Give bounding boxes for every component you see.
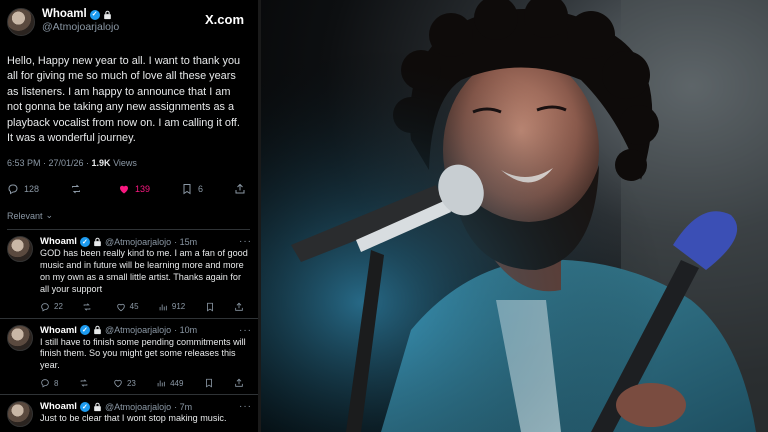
reply-age: · 7m [174,401,193,412]
repost-icon [83,302,91,311]
repost-button[interactable] [79,378,93,388]
post-meta: 6:53 PM · 27/01/26 · 1.9K Views [7,158,250,168]
share-icon [235,302,243,311]
bookmark-button[interactable]: 6 [181,183,203,195]
share-icon [235,184,245,194]
singer-photo [261,0,768,432]
reply-header: Whoaml ✓ @Atmojoarjalojo · 15m [40,236,250,247]
author-name-row[interactable]: Whoaml ✓ [42,8,119,21]
verified-icon: ✓ [79,325,90,336]
repost-icon [80,379,88,387]
reply-item[interactable]: Whoaml ✓ @Atmojoarjalojo · 15m GOD has b… [0,230,258,319]
reply-actions: 22 45 912 [40,302,244,312]
reply-age: · 15m [174,236,198,247]
reply-icon [8,184,18,195]
reply-button[interactable]: 8 [40,378,58,388]
sort-label: Relevant [7,210,43,221]
more-icon[interactable]: ··· [239,325,252,336]
heart-icon [116,303,125,311]
lock-icon [94,325,101,335]
like-count: 139 [134,184,150,195]
reply-author-name[interactable]: Whoaml [40,325,77,336]
lock-icon [94,237,101,247]
repost-button[interactable] [70,183,87,195]
more-icon[interactable]: ··· [239,401,252,412]
reply-button[interactable]: 128 [7,183,39,195]
reply-count: 8 [54,378,59,388]
avatar[interactable] [7,8,35,36]
views-count: 449 [170,378,184,388]
reply-author-handle[interactable]: @Atmojoarjalojo [105,237,171,247]
verified-icon: ✓ [79,401,90,412]
lock-icon [103,10,111,19]
more-icon[interactable]: ··· [239,236,252,247]
author-handle[interactable]: @Atmojoarjalojo [42,21,119,33]
like-button[interactable]: 23 [113,378,136,388]
post-views-count: 1.9K [91,158,111,169]
reply-header: Whoaml ✓ @Atmojoarjalojo · 10m [40,325,250,336]
singer-photo-illustration [261,0,768,432]
repost-button[interactable] [82,302,96,312]
bookmark-button[interactable] [204,378,214,388]
post-author: Whoaml ✓ @Atmojoarjalojo [42,8,119,33]
reply-icon [41,302,49,312]
views-button[interactable]: 912 [158,302,185,312]
views-icon [159,304,167,310]
chevron-down-icon: ⌄ [45,210,54,221]
share-button[interactable] [234,183,246,195]
bookmark-button[interactable] [205,302,215,312]
post-actions: 128 139 6 [7,182,250,196]
views-count: 912 [171,302,186,312]
reply-author-handle[interactable]: @Atmojoarjalojo [105,402,171,412]
like-button[interactable]: 139 [118,183,150,195]
author-display-name[interactable]: Whoaml [42,8,87,21]
post-views-label: Views [110,158,137,169]
like-button[interactable]: 45 [116,302,139,312]
heart-icon [119,186,128,194]
tweet-panel: Whoaml ✓ @Atmojoarjalojo X.com Hello, Ha… [0,0,258,432]
reply-author-handle[interactable]: @Atmojoarjalojo [105,325,171,335]
views-icon [157,380,165,387]
post-timestamp[interactable]: 6:53 PM · 27/01/26 · [7,158,92,168]
reply-count: 128 [24,184,40,195]
reply-icon [41,379,49,388]
repost-icon [72,185,80,194]
reply-author-name[interactable]: Whoaml [40,236,77,247]
reply-actions: 8 23 449 [40,378,244,388]
post-header: Whoaml ✓ @Atmojoarjalojo X.com [7,8,250,40]
share-button[interactable] [234,378,244,388]
reply-item[interactable]: Whoaml ✓ @Atmojoarjalojo · 7m Just to be… [0,395,258,428]
share-button[interactable] [234,302,244,312]
bookmark-icon [206,302,213,312]
reply-text: Just to be clear that I wont stop making… [40,413,227,424]
reply-item[interactable]: Whoaml ✓ @Atmojoarjalojo · 10m I still h… [0,319,258,396]
reply-text: GOD has been really kind to me. I am a f… [40,248,248,294]
like-count: 23 [126,378,136,388]
x-brand-logo: X.com [204,12,244,27]
verified-icon: ✓ [89,9,100,20]
bookmark-icon [205,378,212,388]
sort-replies-dropdown[interactable]: Relevant ⌄ [7,210,250,221]
reply-age: · 10m [174,325,198,336]
avatar[interactable] [7,401,33,428]
like-count: 45 [129,302,139,312]
reply-header: Whoaml ✓ @Atmojoarjalojo · 7m [40,401,250,412]
main-post: Whoaml ✓ @Atmojoarjalojo X.com Hello, Ha… [0,0,258,231]
reply-button[interactable]: 22 [40,302,63,312]
reply-text: I still have to finish some pending comm… [40,336,246,371]
reply-author-name[interactable]: Whoaml [40,401,77,412]
avatar[interactable] [7,236,33,263]
reply-count: 22 [54,302,63,312]
avatar[interactable] [7,324,33,351]
post-text: Hello, Happy new year to all. I want to … [7,55,241,145]
lock-icon [94,402,101,411]
bookmark-count: 6 [197,184,203,195]
heart-icon [114,379,122,388]
share-icon [235,378,243,387]
views-button[interactable]: 449 [156,378,183,388]
bookmark-icon [183,184,191,195]
verified-icon: ✓ [79,236,90,247]
